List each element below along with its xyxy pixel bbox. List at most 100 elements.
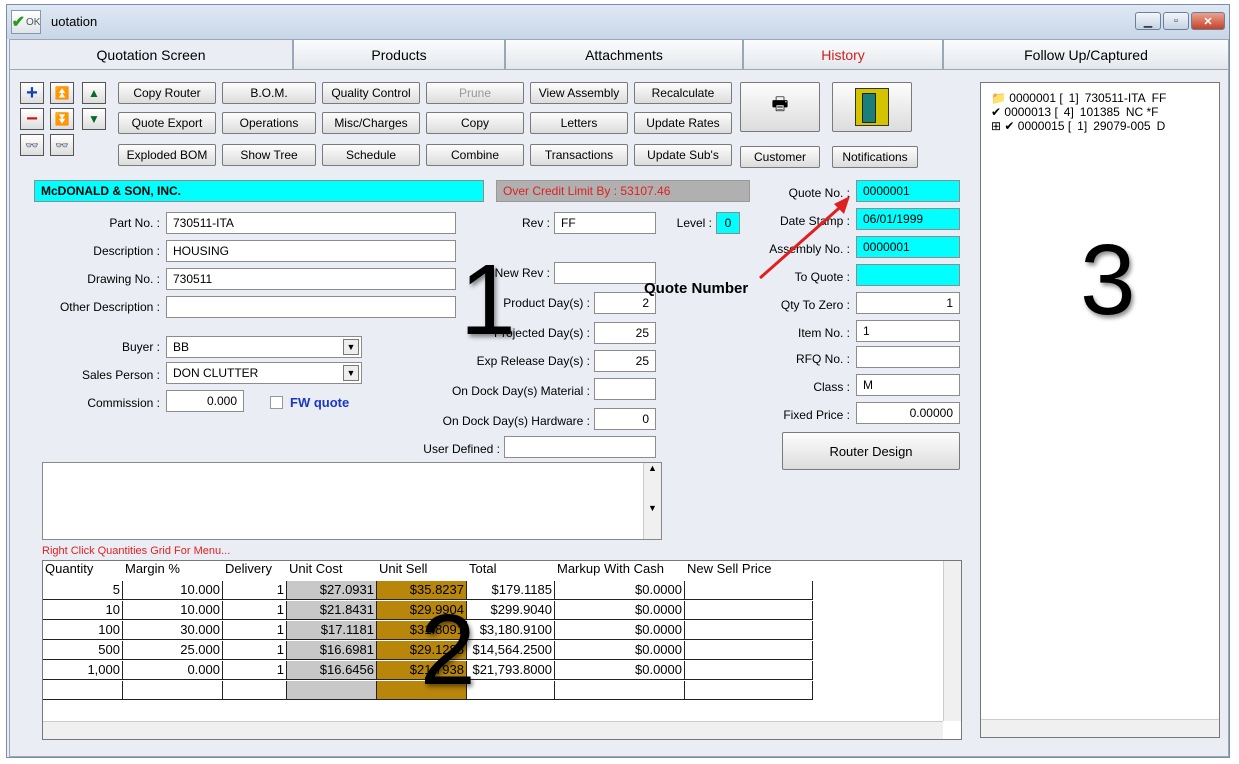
maximize-button[interactable]: ▫ [1163,12,1189,30]
grid-cell[interactable]: 10 [43,601,123,620]
print-button[interactable]: 🖶 [740,82,820,132]
grid-cell[interactable]: $0.0000 [555,621,685,640]
grid-cell[interactable] [555,681,685,700]
update-rates-button[interactable]: Update Rates [634,112,732,134]
projected-days-field[interactable]: 25 [594,322,656,344]
to-quote-field[interactable] [856,264,960,286]
copy-router-button[interactable]: Copy Router [118,82,216,104]
last-record-icon[interactable]: ⏬ [50,108,74,130]
grid-cell[interactable]: 1 [223,601,287,620]
grid-cell[interactable]: $0.0000 [555,581,685,600]
grid-cell[interactable]: 30.000 [123,621,223,640]
customer-button[interactable]: Customer [740,146,820,168]
close-button[interactable]: ✕ [1191,12,1225,30]
new-rev-field[interactable] [554,262,656,284]
exploded-bom-button[interactable]: Exploded BOM [118,144,216,166]
description-field[interactable]: HOUSING [166,240,456,262]
grid-cell[interactable]: 10.000 [123,581,223,600]
notes-textarea[interactable]: ▲ ▼ [42,462,662,540]
tab-products[interactable]: Products [293,39,505,69]
tree-node[interactable]: ✔ 0000013 [4] 101385 NC *F [991,105,1165,119]
copy-button[interactable]: Copy [426,112,524,134]
grid-cell[interactable]: $0.0000 [555,641,685,660]
rev-field[interactable]: FF [554,212,656,234]
grid-cell[interactable] [685,681,813,700]
grid-cell[interactable]: $179.1185 [467,581,555,600]
grid-header[interactable]: Delivery [225,561,272,579]
dock-material-field[interactable] [594,378,656,400]
view-assembly-button[interactable]: View Assembly [530,82,628,104]
grid-cell[interactable]: $16.6981 [287,641,377,660]
grid-cell[interactable]: 500 [43,641,123,660]
grid-cell[interactable]: $21.8431 [287,601,377,620]
grid-cell[interactable]: 1 [223,581,287,600]
assembly-no-field[interactable]: 0000001 [856,236,960,258]
assembly-tree[interactable]: 📁 0000001 [1] 730511-ITA FF ✔ 0000013 [4] 1… [980,82,1220,738]
grid-cell[interactable]: $27.0931 [287,581,377,600]
grid-header[interactable]: Unit Cost [289,561,343,579]
grid-cell[interactable]: $0.0000 [555,661,685,680]
grid-cell[interactable]: 5 [43,581,123,600]
grid-cell[interactable]: $21,793.8000 [467,661,555,680]
quote-no-field[interactable]: 0000001 [856,180,960,202]
find-next-icon[interactable]: 👓 [50,134,74,156]
grid-cell[interactable]: $16.6456 [287,661,377,680]
grid-cell[interactable] [123,681,223,700]
grid-cell[interactable]: 25.000 [123,641,223,660]
grid-cell[interactable] [685,601,813,620]
ok-button[interactable]: ✔ OK [11,10,41,34]
first-record-icon[interactable]: ⏫ [50,82,74,104]
grid-header[interactable]: Margin % [125,561,180,579]
user-defined-field[interactable] [504,436,656,458]
grid-cell[interactable]: 10.000 [123,601,223,620]
grid-cell[interactable]: 1 [223,641,287,660]
item-no-field[interactable]: 1 [856,320,960,342]
grid-horizontal-scrollbar[interactable] [43,721,943,739]
grid-header[interactable]: Unit Sell [379,561,428,579]
fw-quote-checkbox[interactable] [270,396,283,409]
dock-hardware-field[interactable]: 0 [594,408,656,430]
grid-cell[interactable] [467,681,555,700]
grid-header[interactable]: New Sell Price [687,561,772,579]
grid-cell[interactable]: $0.0000 [555,601,685,620]
tree-horizontal-scrollbar[interactable] [981,719,1219,737]
chevron-down-icon[interactable]: ▼ [343,365,359,381]
transactions-button[interactable]: Transactions [530,144,628,166]
grid-cell[interactable]: 1 [223,621,287,640]
grid-cell[interactable]: 100 [43,621,123,640]
quality-control-button[interactable]: Quality Control [322,82,420,104]
quantities-grid[interactable]: Quantity Margin % Delivery Unit Cost Unit Se… [42,560,962,740]
buyer-select[interactable]: BB ▼ [166,336,362,358]
quote-export-button[interactable]: Quote Export [118,112,216,134]
notifications-button[interactable]: Notifications [832,146,918,168]
delete-icon[interactable]: − [20,108,44,130]
grid-vertical-scrollbar[interactable] [943,561,961,721]
grid-cell[interactable] [287,681,377,700]
prev-record-icon[interactable]: ▲ [82,82,106,104]
grid-cell[interactable]: $17.1181 [287,621,377,640]
notes-scrollbar[interactable]: ▲ ▼ [643,463,661,539]
letters-button[interactable]: Letters [530,112,628,134]
misc-charges-button[interactable]: Misc/Charges [322,112,420,134]
grid-cell[interactable] [685,641,813,660]
sales-person-select[interactable]: DON CLUTTER ▼ [166,362,362,384]
level-field[interactable]: 0 [716,212,740,234]
next-record-icon[interactable]: ▼ [82,108,106,130]
grid-cell[interactable] [223,681,287,700]
show-tree-button[interactable]: Show Tree [222,144,316,166]
part-no-field[interactable]: 730511-ITA [166,212,456,234]
grid-cell[interactable]: 1,000 [43,661,123,680]
grid-cell[interactable] [685,581,813,600]
schedule-button[interactable]: Schedule [322,144,420,166]
router-design-button[interactable]: Router Design [782,432,960,470]
grid-cell[interactable]: $14,564.2500 [467,641,555,660]
minimize-button[interactable]: ▁ [1135,12,1161,30]
tree-node[interactable]: ⊞ ✔ 0000015 [1] 29079-005 D [991,119,1171,133]
grid-cell[interactable]: 0.000 [123,661,223,680]
prune-button[interactable]: Prune [426,82,524,104]
update-subs-button[interactable]: Update Sub's [634,144,732,166]
commission-field[interactable]: 0.000 [166,390,244,412]
find-icon[interactable]: 👓 [20,134,44,156]
recalculate-button[interactable]: Recalculate [634,82,732,104]
bom-button[interactable]: B.O.M. [222,82,316,104]
